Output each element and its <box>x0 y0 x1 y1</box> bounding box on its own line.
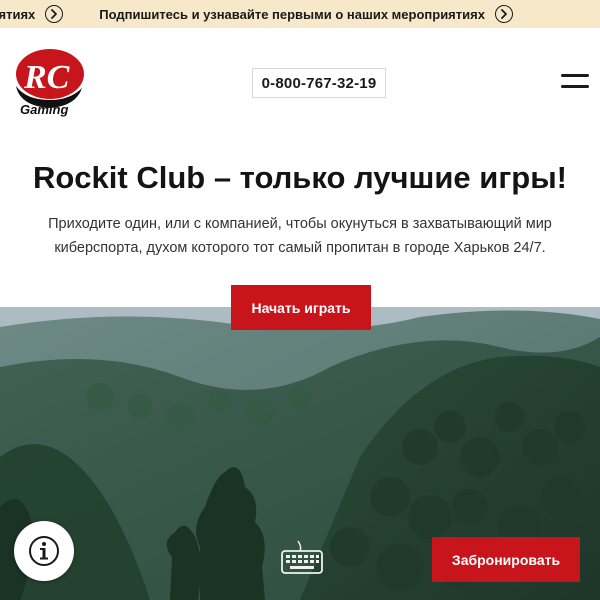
site-header: RC Gaming 0-800-767-32-19 <box>0 28 600 128</box>
info-button[interactable] <box>14 521 74 581</box>
banner-track: мероприятиях Подпишитесь и узнавайте пер… <box>0 0 549 28</box>
hero-description: Приходите один, или с компанией, чтобы о… <box>48 216 552 256</box>
chevron-right-circle-icon[interactable] <box>494 5 513 23</box>
promo-banner[interactable]: мероприятиях Подпишитесь и узнавайте пер… <box>0 0 600 28</box>
keyboard-icon <box>280 539 324 577</box>
brand-logo[interactable]: RC Gaming <box>10 46 86 118</box>
start-playing-button[interactable]: Начать играть <box>231 285 371 330</box>
banner-text: Подпишитесь и узнавайте первыми о наших … <box>99 6 485 22</box>
banner-item[interactable]: мероприятиях <box>0 5 64 23</box>
book-button[interactable]: Забронировать <box>432 537 580 582</box>
banner-item[interactable]: Подпишитесь и узнавайте первыми о наших … <box>99 5 513 23</box>
phone-link[interactable]: 0-800-767-32-19 <box>252 68 386 98</box>
hero-title: Rockit Club – только лучшие игры! <box>32 160 567 195</box>
svg-text:RC: RC <box>23 59 70 96</box>
hamburger-menu-icon[interactable] <box>561 71 589 91</box>
info-icon <box>29 536 59 566</box>
chevron-right-circle-icon[interactable] <box>45 5 64 23</box>
svg-text:Gaming: Gaming <box>20 102 68 117</box>
banner-text: мероприятиях <box>0 6 36 22</box>
